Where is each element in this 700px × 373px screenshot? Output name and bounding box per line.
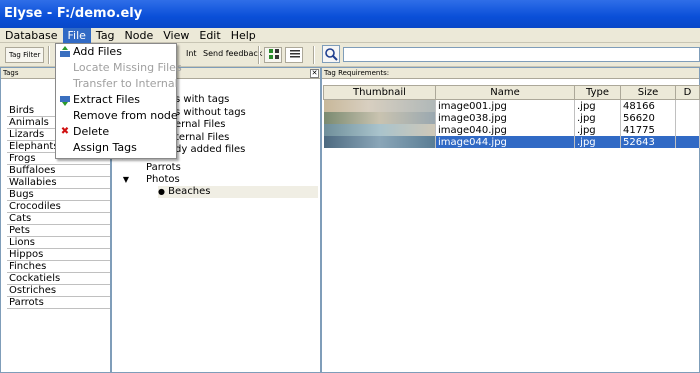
- list-view-icon[interactable]: [285, 47, 303, 63]
- tree-item-beaches[interactable]: ● Beaches: [158, 186, 318, 198]
- search-input[interactable]: [343, 47, 700, 62]
- toolbar-separator: [48, 46, 50, 64]
- file-type: .jpg: [574, 112, 621, 124]
- thumbnail: [323, 124, 436, 136]
- menu-item-extract-files[interactable]: Extract Files: [56, 92, 176, 108]
- menu-file[interactable]: File: [62, 28, 91, 43]
- thumbnail: [323, 136, 436, 148]
- tree-item-partial[interactable]: ernal Files: [175, 119, 246, 132]
- add-files-icon: [59, 46, 71, 58]
- column-header-type[interactable]: Type: [574, 85, 621, 100]
- close-icon[interactable]: ✕: [310, 69, 319, 78]
- file-size: 56620: [620, 112, 676, 124]
- menu-item-locate-missing-files: Locate Missing Files: [73, 61, 182, 74]
- menu-item-remove-from-node[interactable]: Remove from node: [56, 108, 178, 124]
- toolbar-separator: [258, 46, 260, 64]
- grid-view-icon[interactable]: [264, 47, 282, 63]
- tag-item[interactable]: Parrots: [7, 297, 110, 309]
- send-feedback-button[interactable]: Send feedback: [200, 47, 265, 63]
- toolbar-separator: [313, 46, 315, 64]
- table-row[interactable]: image040.jpg .jpg 41775: [323, 124, 700, 136]
- menu-item-add-files[interactable]: Add Files: [56, 44, 176, 60]
- file-type: .jpg: [574, 124, 621, 136]
- tree-item-partial[interactable]: s with tags: [175, 94, 246, 107]
- file-name: image038.jpg: [435, 112, 575, 124]
- tag-item[interactable]: Buffaloes: [7, 165, 110, 177]
- window-title: Elyse - F:/demo.ely: [0, 0, 700, 28]
- tag-item[interactable]: Cockatiels: [7, 273, 110, 285]
- file-size: 52643: [620, 136, 676, 148]
- menu-item-delete[interactable]: ✖ Delete: [56, 124, 176, 140]
- tree-item-partial[interactable]: s without tags: [175, 107, 246, 120]
- file-menu-dropdown: Add Files Locate Missing Files Transfer …: [55, 43, 182, 159]
- file-size: 48166: [620, 99, 676, 112]
- thumbnail: [323, 112, 436, 124]
- tag-item[interactable]: Finches: [7, 261, 110, 273]
- tag-item[interactable]: Pets: [7, 225, 110, 237]
- tag-item[interactable]: Hippos: [7, 249, 110, 261]
- menu-tag[interactable]: Tag: [91, 28, 120, 43]
- int-button[interactable]: Int: [183, 47, 200, 63]
- file-name: image040.jpg: [435, 124, 575, 136]
- file-type: .jpg: [574, 136, 621, 148]
- tag-item[interactable]: Bugs: [7, 189, 110, 201]
- collapse-icon[interactable]: ▼: [120, 174, 132, 186]
- tree-item-partial[interactable]: ternal Files: [175, 132, 246, 145]
- menu-node[interactable]: Node: [120, 28, 159, 43]
- tree-item-photos[interactable]: ▼ Photos: [120, 174, 318, 186]
- tree-partial-list: s with tags s without tags ernal Files t…: [175, 94, 246, 157]
- tag-item[interactable]: Lions: [7, 237, 110, 249]
- column-header-thumbnail[interactable]: Thumbnail: [323, 85, 436, 100]
- table-row[interactable]: image001.jpg .jpg 48166: [323, 99, 700, 112]
- tag-requirements-label: Tag Requirements:: [322, 68, 699, 79]
- menu-item-assign-tags[interactable]: Assign Tags: [56, 140, 176, 156]
- menu-view[interactable]: View: [158, 28, 194, 43]
- table-row[interactable]: image038.jpg .jpg 56620: [323, 112, 700, 124]
- bullet-icon: ●: [158, 187, 165, 196]
- table-row-selected[interactable]: image044.jpg .jpg 52643: [323, 136, 700, 148]
- file-name: image044.jpg: [435, 136, 575, 148]
- extract-files-icon: [59, 94, 71, 106]
- files-table: Thumbnail Name Type Size D image001.jpg …: [323, 85, 700, 148]
- tag-item[interactable]: Wallabies: [7, 177, 110, 189]
- delete-x-icon: ✖: [60, 126, 70, 137]
- tag-filter-button[interactable]: Tag Filter: [5, 47, 45, 63]
- menu-database[interactable]: Database: [0, 28, 63, 43]
- tag-item[interactable]: Ostriches: [7, 285, 110, 297]
- tag-item[interactable]: Crocodiles: [7, 201, 110, 213]
- thumbnail: [323, 99, 436, 112]
- tag-item[interactable]: Cats: [7, 213, 110, 225]
- file-size: 41775: [620, 124, 676, 136]
- file-type: .jpg: [574, 99, 621, 112]
- column-header-date[interactable]: D: [675, 85, 700, 100]
- search-icon[interactable]: [322, 45, 340, 63]
- tree-item-parrots[interactable]: Parrots: [120, 162, 318, 174]
- menu-help[interactable]: Help: [226, 28, 261, 43]
- file-name: image001.jpg: [435, 99, 575, 112]
- menu-bar: Database File Tag Node View Edit Help: [0, 28, 700, 43]
- column-header-size[interactable]: Size: [620, 85, 676, 100]
- menu-item-transfer-to-internal: Transfer to Internal: [73, 77, 178, 90]
- menu-edit[interactable]: Edit: [194, 28, 225, 43]
- column-header-name[interactable]: Name: [435, 85, 575, 100]
